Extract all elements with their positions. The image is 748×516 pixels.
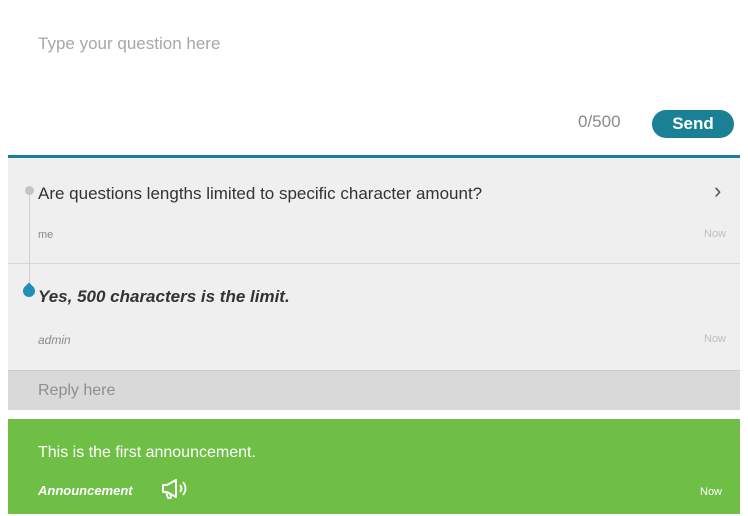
answer-text: Yes, 500 characters is the limit. <box>38 287 290 306</box>
answer-drop-icon <box>20 282 38 300</box>
thread-divider <box>8 263 740 264</box>
question-timestamp: Now <box>704 228 727 240</box>
question-thread: Are questions lengths limited to specifi… <box>8 158 740 410</box>
answer-author: admin <box>38 333 71 347</box>
question-input[interactable] <box>8 0 740 150</box>
reply-input[interactable] <box>8 371 740 410</box>
answer-timestamp: Now <box>704 333 727 345</box>
qa-widget: 0/500 Send Are questions lengths limited… <box>0 0 748 516</box>
megaphone-icon <box>162 479 187 499</box>
announcement-card: This is the first announcement. Announce… <box>8 419 740 514</box>
question-author: me <box>38 229 54 241</box>
reply-bar <box>8 370 740 410</box>
question-text[interactable]: Are questions lengths limited to specifi… <box>38 184 482 204</box>
thread-connector-line <box>29 194 30 290</box>
question-dot-icon <box>25 186 34 195</box>
character-counter: 0/500 <box>578 112 621 131</box>
announcement-text: This is the first announcement. <box>38 444 256 461</box>
announcement-timestamp: Now <box>700 486 723 498</box>
chevron-right-icon[interactable]: › <box>714 180 721 202</box>
announcement-label: Announcement <box>38 483 133 498</box>
send-button[interactable]: Send <box>652 110 734 138</box>
